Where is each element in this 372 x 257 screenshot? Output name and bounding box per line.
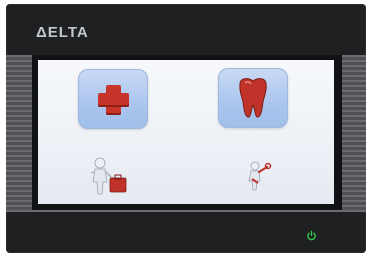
- medical-cross-button[interactable]: [78, 69, 148, 129]
- tooth-button[interactable]: [218, 68, 288, 128]
- figure-wrench-icon: [248, 161, 272, 191]
- touch-screen: [38, 60, 334, 204]
- figure-toolbox-icon: [90, 157, 127, 195]
- logo-text: ΔELTA: [36, 23, 89, 41]
- red-cross-icon: [78, 69, 148, 129]
- power-icon: [307, 230, 316, 241]
- hmi-device: ΔELTA: [0, 0, 372, 257]
- tooth-icon: [239, 78, 267, 118]
- brand-logo: ΔELTA: [36, 22, 89, 42]
